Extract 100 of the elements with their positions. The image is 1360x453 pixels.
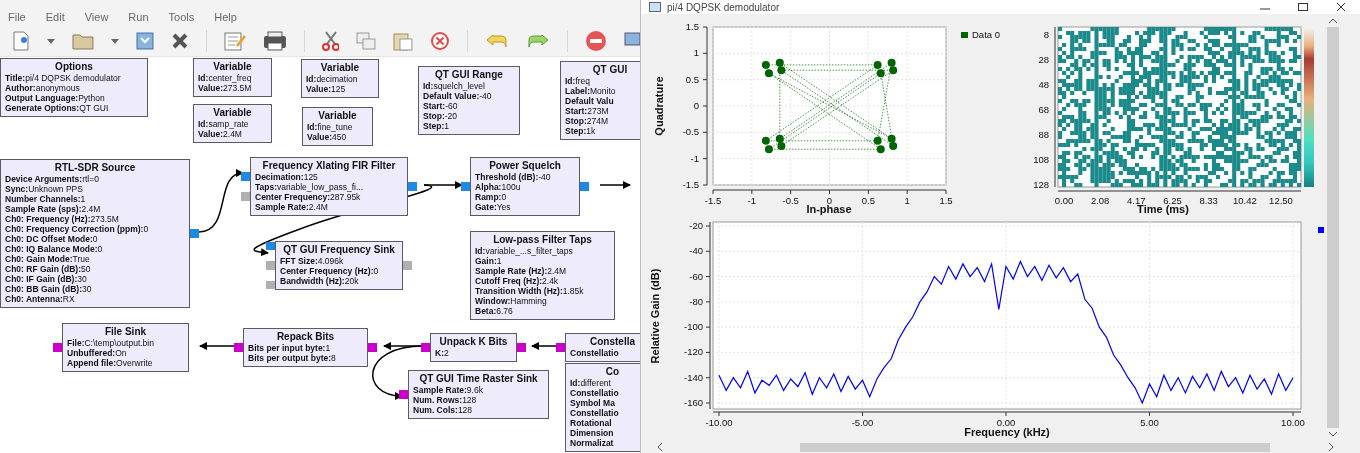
connection-arrow bbox=[198, 170, 244, 233]
x-tick-label: -1.5 bbox=[704, 195, 722, 206]
maximize-icon[interactable] bbox=[1298, 3, 1308, 11]
block-parameter: Sample Rate:9.6k bbox=[413, 385, 484, 395]
delete-icon[interactable] bbox=[430, 31, 451, 51]
x-tick-label: 0 bbox=[826, 195, 833, 206]
block-parameter: Bits per input byte:1 bbox=[248, 343, 332, 353]
folder-icon[interactable] bbox=[71, 32, 94, 50]
block-parameter: Ch0: Gain Mode:True bbox=[5, 254, 91, 264]
block-parameter: Gate:Yes bbox=[475, 202, 512, 212]
x-tick-label: 12.50 bbox=[1269, 195, 1293, 206]
block-parameter: Id:squelch_level bbox=[423, 81, 486, 91]
close-icon[interactable] bbox=[170, 32, 189, 50]
block-parameter: Beta:6.76 bbox=[475, 306, 514, 316]
block-parameter: Gain:1 bbox=[475, 256, 503, 266]
point bbox=[777, 66, 786, 75]
x-tick-label: 1.5 bbox=[939, 195, 953, 206]
block-parameter: Id:samp_rate bbox=[198, 119, 250, 129]
paste-icon[interactable] bbox=[393, 31, 414, 51]
block-parameter: Ch0: RF Gain (dB):50 bbox=[5, 264, 92, 274]
block-title: Variable bbox=[317, 110, 358, 122]
block-parameter: Ch0: DC Offset Mode:0 bbox=[5, 234, 99, 244]
cut-icon[interactable] bbox=[321, 31, 340, 51]
y-tick-label: 108 bbox=[1033, 154, 1049, 165]
block-parameter: Ch0: Frequency Correction (ppm):0 bbox=[5, 224, 150, 234]
scrollbar-thumb[interactable] bbox=[800, 442, 1270, 452]
edit-icon[interactable] bbox=[223, 31, 246, 51]
point bbox=[873, 136, 882, 145]
block-parameter: Unbuffered:On bbox=[67, 348, 128, 358]
block-parameter: File:C:\temp\output.bin bbox=[67, 338, 155, 348]
menu-item[interactable]: View bbox=[84, 11, 109, 23]
block-parameter: Id:variable_...s_filter_taps bbox=[475, 246, 574, 256]
block-parameter: Taps:variable_low_pass_fi... bbox=[255, 182, 365, 192]
y-tick-label: -100 bbox=[684, 321, 703, 333]
block-title: RTL-SDR Source bbox=[53, 162, 137, 174]
block-parameter: Transition Width (Hz):1.85k bbox=[475, 286, 585, 296]
block-parameter: Default Valu bbox=[565, 96, 615, 106]
menu-item[interactable]: File bbox=[8, 11, 26, 23]
block-parameter: Center Frequency (Hz):0 bbox=[280, 266, 380, 276]
x-tick-label: -0.5 bbox=[782, 195, 799, 206]
caret-icon[interactable] bbox=[46, 38, 55, 44]
block-parameter: Constellatio bbox=[570, 348, 620, 358]
block-parameter: Window:Hamming bbox=[475, 296, 548, 306]
block-parameter: Value:450 bbox=[307, 132, 348, 142]
block-parameter: Sync:Unknown PPS bbox=[5, 184, 84, 194]
stop-icon[interactable] bbox=[585, 30, 608, 52]
undo-icon[interactable] bbox=[485, 33, 510, 49]
block-parameter: Constellatio bbox=[570, 408, 620, 418]
point bbox=[889, 142, 898, 151]
block-title: QT GUI Time Raster Sink bbox=[418, 373, 539, 385]
save-icon[interactable] bbox=[135, 32, 154, 50]
block-title: Options bbox=[54, 61, 94, 73]
block-parameter: FFT Size:4.096k bbox=[280, 256, 345, 266]
block-parameter: Number Channels:1 bbox=[5, 194, 87, 204]
block-title: Variable bbox=[212, 61, 253, 73]
copy-icon[interactable] bbox=[356, 32, 377, 50]
point bbox=[775, 58, 784, 67]
print-icon[interactable] bbox=[262, 31, 287, 51]
y-tick-label: -120 bbox=[684, 346, 703, 358]
menu-item[interactable]: Run bbox=[128, 11, 149, 23]
block-title: Repack Bits bbox=[275, 331, 336, 343]
new-file-icon[interactable] bbox=[12, 31, 30, 51]
block-parameter: Author:anonymous bbox=[5, 83, 81, 93]
block-parameter: Rotational bbox=[570, 418, 613, 428]
legend-marker bbox=[1318, 227, 1324, 233]
point bbox=[887, 134, 896, 143]
block-parameter: Step:1 bbox=[423, 121, 450, 131]
block-parameter: Bandwidth (Hz):20k bbox=[280, 276, 360, 286]
y-tick-label: -0.5 bbox=[682, 126, 699, 138]
block-parameter: K:2 bbox=[435, 348, 450, 358]
x-tick-label: 0.5 bbox=[861, 195, 875, 206]
menu-item[interactable]: Help bbox=[214, 11, 237, 23]
point bbox=[876, 69, 885, 78]
menu-item[interactable]: Edit bbox=[45, 11, 65, 23]
window-icon bbox=[649, 2, 661, 12]
caret-icon[interactable] bbox=[110, 38, 119, 44]
y-tick-label: -1.5 bbox=[682, 179, 699, 190]
connection-arrow bbox=[199, 342, 237, 350]
point bbox=[764, 145, 773, 154]
x-tick-label: -1 bbox=[747, 195, 757, 206]
x-tick-label: 5.00 bbox=[1140, 417, 1159, 428]
block-parameter: Value:2.4M bbox=[198, 129, 243, 139]
menu-item[interactable]: Tools bbox=[168, 11, 195, 23]
scrollbar-thumb[interactable] bbox=[1327, 27, 1339, 428]
x-tick-label: -5.00 bbox=[851, 417, 874, 428]
block-parameter: Id:freq bbox=[565, 76, 592, 86]
x-tick-label: 2.08 bbox=[1090, 195, 1110, 206]
block-title: Constella bbox=[589, 336, 636, 348]
x-tick-label: 0.00 bbox=[996, 417, 1016, 428]
point bbox=[761, 60, 770, 69]
block-title: Power Squelch bbox=[488, 160, 562, 172]
block-parameter: Normalizat bbox=[570, 438, 615, 448]
y-tick-label: 1 bbox=[693, 47, 699, 59]
block-parameter: Stop:274M bbox=[565, 116, 609, 126]
x-tick-label: 10.42 bbox=[1232, 195, 1257, 206]
close-icon[interactable] bbox=[1336, 3, 1346, 11]
block-parameter: Symbol Ma bbox=[570, 398, 616, 408]
x-axis-title: Time (ms) bbox=[1137, 203, 1189, 215]
redo-icon[interactable] bbox=[526, 33, 551, 49]
y-axis-title: Quadrature bbox=[653, 76, 665, 136]
